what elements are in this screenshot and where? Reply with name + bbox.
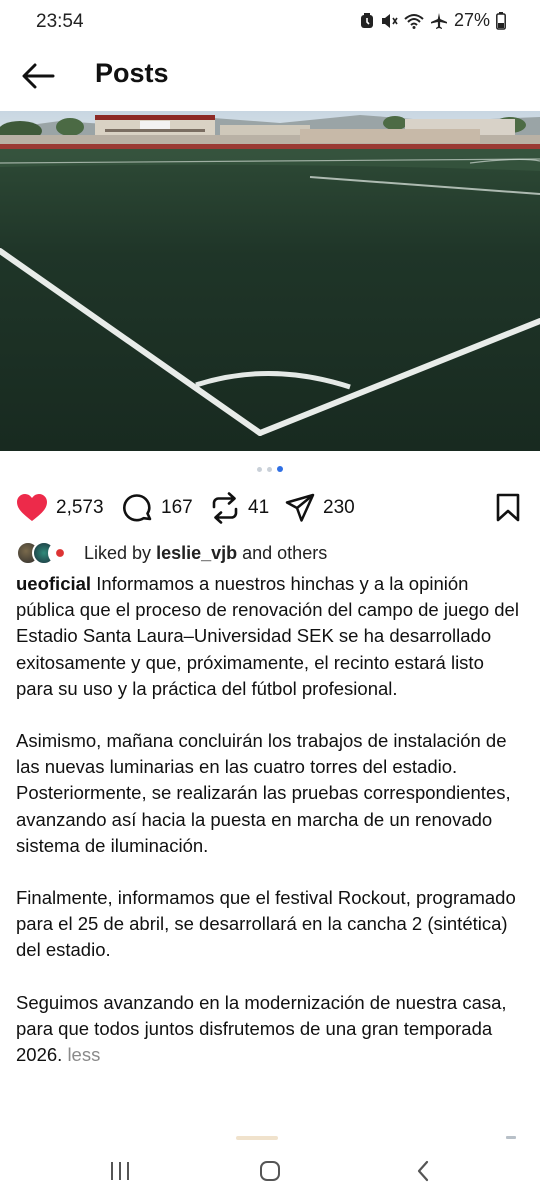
caption-paragraph-1: Informamos a nuestros hinchas y a la opi… <box>16 573 519 699</box>
less-link[interactable]: less <box>67 1044 100 1065</box>
avatar <box>48 541 72 565</box>
post-caption: ueoficial Informamos a nuestros hinchas … <box>16 571 526 1094</box>
action-bar: 2,573 167 41 230 <box>0 488 540 528</box>
save-button[interactable] <box>494 488 522 528</box>
home-icon <box>260 1161 280 1181</box>
alarm-icon <box>360 12 374 29</box>
mute-icon <box>380 13 398 29</box>
wifi-icon <box>404 13 424 29</box>
status-time: 23:54 <box>36 11 84 32</box>
status-icons: 27% <box>360 10 506 31</box>
battery-icon <box>496 11 506 30</box>
bookmark-icon <box>496 493 520 522</box>
next-content-hint <box>0 1130 540 1142</box>
post-image[interactable] <box>0 111 540 451</box>
heart-icon <box>17 494 47 521</box>
carousel-dot <box>267 466 272 472</box>
system-back-button[interactable] <box>393 1153 453 1189</box>
football-pitch-photo <box>0 111 540 451</box>
recent-apps-icon <box>111 1162 129 1180</box>
send-icon <box>285 493 315 522</box>
liked-by-user[interactable]: leslie_vjb <box>156 543 237 563</box>
page-title: Posts <box>95 58 169 88</box>
battery-percent: 27% <box>453 10 490 30</box>
liked-by-text: Liked by leslie_vjb and others <box>84 543 327 564</box>
repost-button[interactable]: 41 <box>210 488 269 528</box>
back-button[interactable] <box>16 56 60 96</box>
carousel-dot <box>257 466 262 472</box>
airplane-icon <box>430 12 448 30</box>
home-button[interactable] <box>240 1153 300 1189</box>
comment-icon <box>123 494 152 522</box>
share-button[interactable]: 230 <box>285 488 355 528</box>
comment-button[interactable]: 167 <box>121 488 193 528</box>
caption-paragraph-2: Asimismo, mañana concluirán los trabajos… <box>16 730 511 856</box>
repost-count: 41 <box>248 497 270 518</box>
status-bar: 23:54 27% <box>0 0 540 46</box>
like-button[interactable]: 2,573 <box>16 488 104 528</box>
repost-icon <box>212 492 238 524</box>
like-count: 2,573 <box>56 497 104 518</box>
recent-apps-button[interactable] <box>90 1153 150 1189</box>
caption-paragraph-3: Finalmente, informamos que el festival R… <box>16 887 516 961</box>
caption-username[interactable]: ueoficial <box>16 573 91 594</box>
back-icon <box>417 1160 429 1182</box>
liked-by-row[interactable]: Liked by leslie_vjb and others <box>16 538 327 568</box>
arrow-left-icon <box>22 63 55 89</box>
comment-count: 167 <box>161 497 193 518</box>
liked-by-prefix: Liked by <box>84 542 152 563</box>
share-count: 230 <box>323 497 355 518</box>
carousel-dot-active <box>277 466 283 472</box>
system-nav-bar <box>0 1143 540 1200</box>
liked-by-suffix: and others <box>242 542 328 563</box>
carousel-indicator <box>0 463 540 475</box>
